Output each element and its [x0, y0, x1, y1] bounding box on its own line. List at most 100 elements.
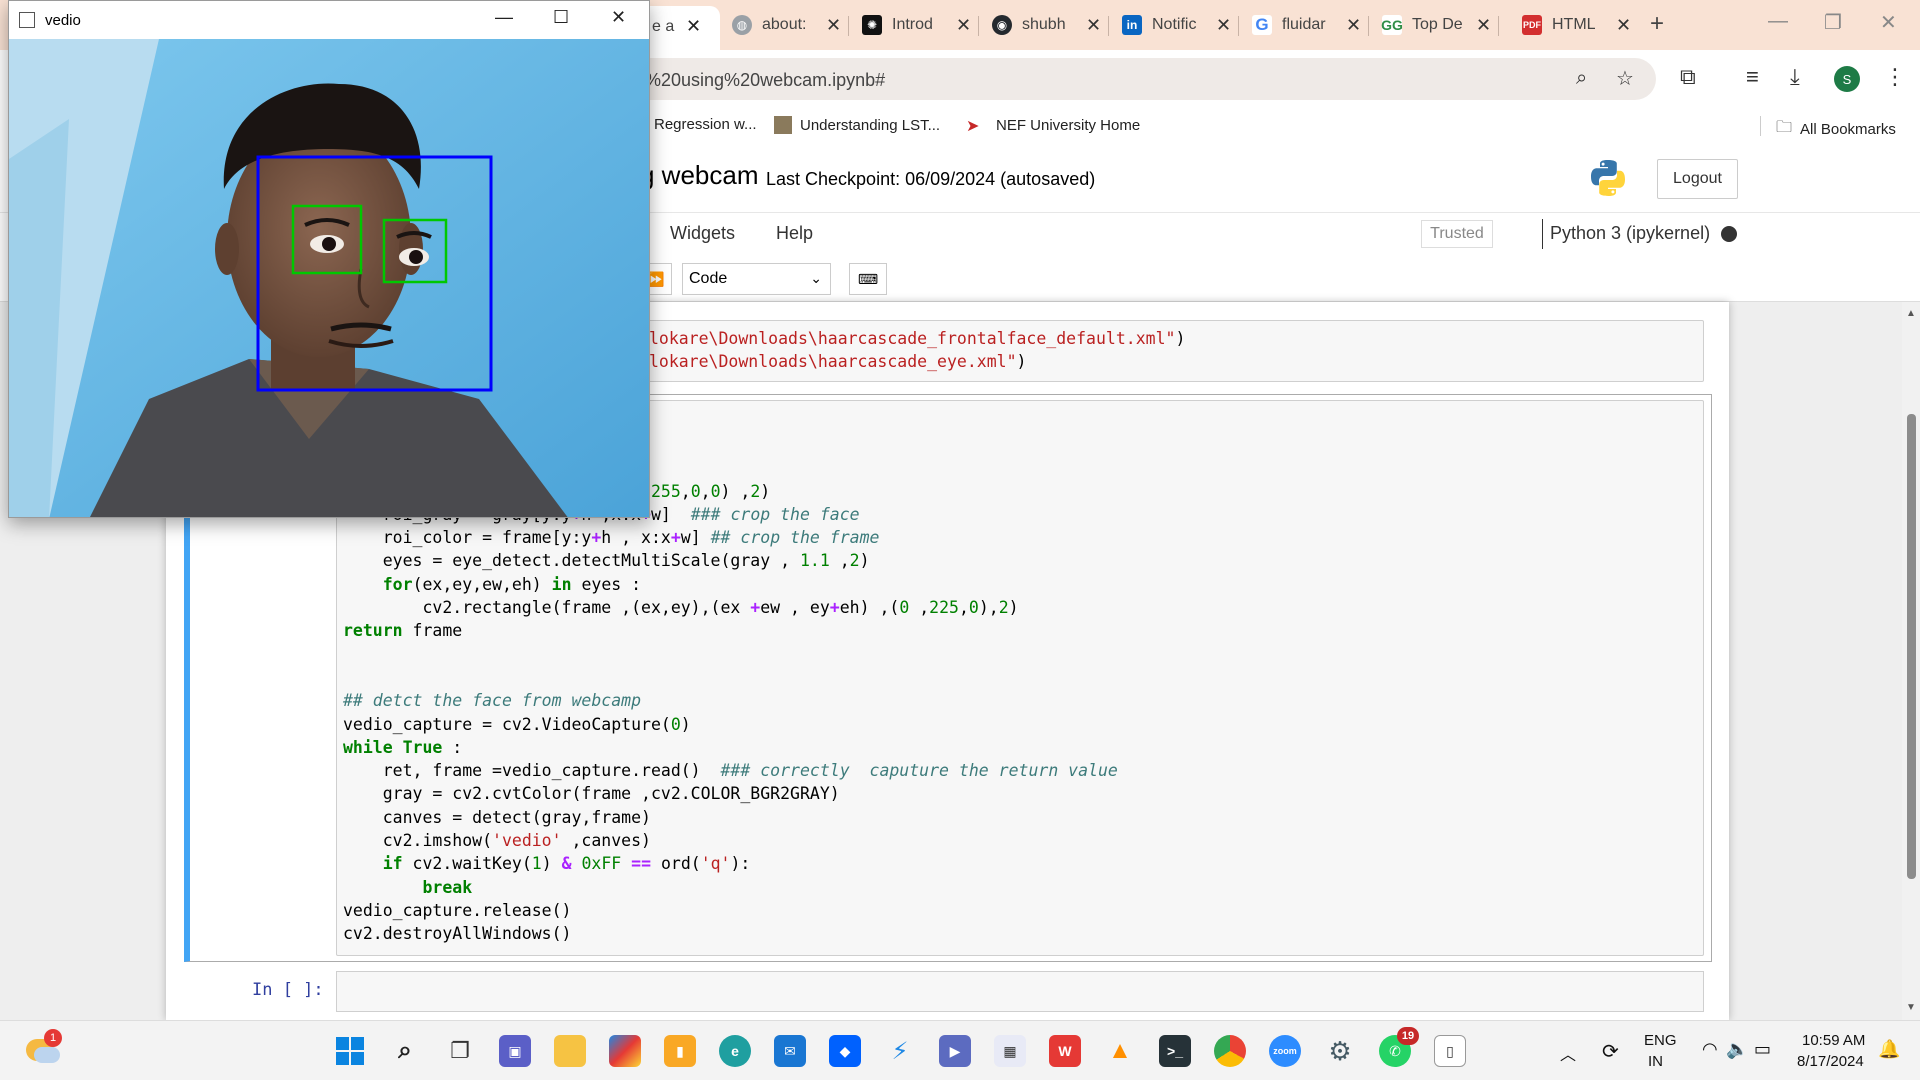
- search-icon[interactable]: ⌕: [389, 1035, 421, 1067]
- webcam-window[interactable]: vedio — ☐ ✕: [8, 0, 650, 518]
- chevron-up-icon[interactable]: ︿: [1560, 1041, 1576, 1065]
- webcam-titlebar[interactable]: vedio — ☐ ✕: [9, 1, 649, 39]
- github-icon: ◉: [992, 15, 1012, 35]
- webcam-video-frame: [9, 39, 649, 517]
- tab-separator: [848, 16, 849, 36]
- cell-type-select[interactable]: Code ⌄: [682, 263, 831, 295]
- empty-code-cell[interactable]: [336, 971, 1704, 1012]
- star-icon[interactable]: ☆: [1616, 66, 1634, 91]
- active-tab-title: e a: [652, 18, 675, 35]
- globe-icon: ◍: [732, 15, 752, 35]
- vlc-icon[interactable]: ▲: [1104, 1035, 1136, 1067]
- tab-html[interactable]: PDF HTML ✕: [1512, 8, 1641, 42]
- tab-geeks[interactable]: GG Top De ✕: [1372, 8, 1501, 42]
- teams-icon[interactable]: ▣: [499, 1035, 531, 1067]
- menu-kebab-icon[interactable]: ⋮: [1884, 64, 1906, 90]
- clock-date[interactable]: 8/17/2024: [1797, 1053, 1864, 1070]
- url-text[interactable]: %20using%20webcam.ipynb#: [645, 70, 885, 91]
- wifi-icon[interactable]: ◠: [1702, 1039, 1718, 1060]
- tab-introduction[interactable]: ✺ Introd ✕: [852, 8, 981, 42]
- close-icon[interactable]: ✕: [1086, 15, 1101, 36]
- clock-time[interactable]: 10:59 AM: [1802, 1032, 1865, 1049]
- whatsapp-icon[interactable]: ✆ 19: [1379, 1027, 1419, 1067]
- bookmark-regression[interactable]: Regression w...: [654, 116, 757, 133]
- close-icon[interactable]: ✕: [1476, 15, 1491, 36]
- notification-bell-icon[interactable]: 🔔: [1878, 1039, 1900, 1060]
- notepad-icon[interactable]: ▯: [1434, 1035, 1466, 1067]
- sync-icon[interactable]: ⟳: [1602, 1039, 1619, 1064]
- scroll-down-icon[interactable]: ▼: [1906, 1002, 1916, 1013]
- tab-title: Introd: [892, 16, 933, 33]
- file-explorer-icon[interactable]: [554, 1035, 586, 1067]
- minimize-icon[interactable]: —: [495, 7, 513, 28]
- settings-gear-icon[interactable]: ⚙: [1324, 1035, 1356, 1067]
- close-window-icon[interactable]: ✕: [1880, 10, 1897, 35]
- checkpoint-status: Last Checkpoint: 06/09/2024 (autosaved): [766, 169, 1096, 189]
- scroll-thumb[interactable]: [1907, 414, 1916, 879]
- minimize-icon[interactable]: —: [1768, 10, 1788, 33]
- volume-icon[interactable]: 🔈: [1726, 1039, 1748, 1060]
- bookmark-lstm[interactable]: Understanding LST...: [774, 116, 940, 134]
- tab-linkedin[interactable]: in Notific ✕: [1112, 8, 1241, 42]
- notebook-scrollbar[interactable]: ▲ ▼: [1902, 302, 1920, 1020]
- battery-icon[interactable]: ▭: [1754, 1039, 1771, 1060]
- stream-icon[interactable]: ▶: [939, 1035, 971, 1067]
- tab-google[interactable]: G fluidar ✕: [1242, 8, 1371, 42]
- scroll-up-icon[interactable]: ▲: [1906, 308, 1916, 319]
- task-view-icon[interactable]: ❐: [444, 1035, 476, 1067]
- windows-start-icon[interactable]: [334, 1035, 366, 1067]
- close-icon[interactable]: ✕: [826, 15, 841, 36]
- zoom-icon[interactable]: ⌕: [1576, 67, 1587, 90]
- windows-taskbar: 1 ⌕ ❐ ▣ ▮ e ✉ ◆ ⚡ ▶ ▦ W ▲ >_ zoom ⚙ ✆ 19…: [0, 1020, 1920, 1080]
- extensions-icon[interactable]: ⧉: [1680, 64, 1696, 90]
- close-icon[interactable]: ✕: [1216, 15, 1231, 36]
- tab-separator: [1108, 16, 1109, 36]
- pdf-icon: PDF: [1522, 15, 1542, 35]
- media-control-icon[interactable]: ≡: [1746, 64, 1759, 90]
- bookmark-label: NEF University Home: [996, 116, 1141, 134]
- kernel-name[interactable]: Python 3 (ipykernel): [1550, 223, 1710, 244]
- restore-icon[interactable]: ❐: [1824, 10, 1842, 35]
- active-tab-close-icon[interactable]: ✕: [686, 16, 701, 37]
- all-bookmarks[interactable]: 🗀 All Bookmarks: [1776, 116, 1896, 143]
- bookmark-nef[interactable]: ➤ NEF University Home: [966, 116, 1141, 136]
- keyboard-icon[interactable]: ⌨: [849, 263, 887, 295]
- dropbox-icon[interactable]: ◆: [829, 1035, 861, 1067]
- tab-github[interactable]: ◉ shubh ✕: [982, 8, 1111, 42]
- cell-type-value: Code: [689, 270, 728, 287]
- close-icon[interactable]: ✕: [1616, 15, 1631, 36]
- linkedin-icon: in: [1122, 15, 1142, 35]
- power-automate-icon[interactable]: ⚡: [884, 1035, 916, 1067]
- edge-icon[interactable]: e: [719, 1035, 751, 1067]
- power-bi-icon[interactable]: ▮: [664, 1035, 696, 1067]
- bookmark-thumbnail-icon: [774, 116, 792, 134]
- trusted-indicator[interactable]: Trusted: [1421, 220, 1493, 248]
- zoom-icon[interactable]: zoom: [1269, 1035, 1301, 1067]
- window-app-icon: [19, 12, 35, 28]
- mail-icon[interactable]: ✉: [774, 1035, 806, 1067]
- store-icon[interactable]: ▦: [994, 1035, 1026, 1067]
- notebook-title[interactable]: g webcam: [640, 160, 759, 191]
- weather-widget-icon[interactable]: 1: [26, 1029, 62, 1067]
- terminal-icon[interactable]: >_: [1159, 1035, 1191, 1067]
- tab-title: Top De: [1412, 16, 1463, 33]
- maximize-icon[interactable]: ☐: [553, 7, 569, 28]
- copilot-icon[interactable]: [609, 1035, 641, 1067]
- menu-widgets[interactable]: Widgets: [670, 223, 735, 244]
- tab-title: Notific: [1152, 16, 1197, 33]
- download-icon[interactable]: ⤓: [1790, 64, 1800, 90]
- close-icon[interactable]: ✕: [611, 7, 626, 28]
- tab-separator: [1498, 16, 1499, 36]
- profile-avatar[interactable]: S: [1834, 66, 1860, 92]
- chevron-down-icon: ⌄: [810, 270, 822, 286]
- close-icon[interactable]: ✕: [1346, 15, 1361, 36]
- chrome-icon[interactable]: [1214, 1035, 1246, 1067]
- address-bar[interactable]: %20using%20webcam.ipynb# ⌕ ☆: [560, 58, 1656, 100]
- wps-office-icon[interactable]: W: [1049, 1035, 1081, 1067]
- close-icon[interactable]: ✕: [956, 15, 971, 36]
- new-tab-plus-icon[interactable]: +: [1650, 10, 1664, 38]
- menu-help[interactable]: Help: [776, 223, 813, 244]
- tab-about[interactable]: ◍ about: ✕: [722, 8, 851, 42]
- logout-button[interactable]: Logout: [1657, 159, 1738, 199]
- language-indicator[interactable]: ENG: [1644, 1032, 1677, 1049]
